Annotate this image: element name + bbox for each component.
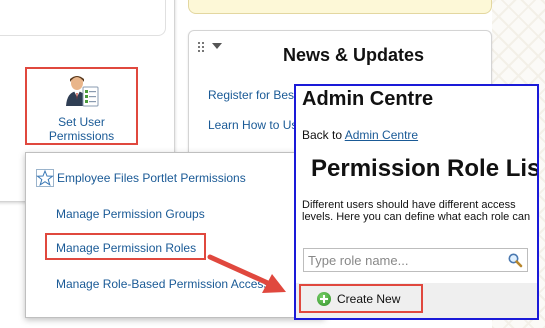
create-new-button[interactable]: Create New — [299, 284, 423, 313]
news-link[interactable]: Learn How to Us — [208, 118, 297, 132]
search-icon[interactable] — [507, 252, 523, 268]
menu-item-manage-permission-roles[interactable]: Manage Permission Roles — [56, 241, 196, 255]
favorite-star-icon[interactable] — [36, 169, 54, 187]
menu-item-manage-permission-groups[interactable]: Manage Permission Groups — [56, 207, 205, 221]
role-search-input[interactable] — [303, 248, 528, 272]
chevron-down-icon[interactable] — [212, 43, 222, 49]
menu-item-manage-role-based-permission-access[interactable]: Manage Role-Based Permission Access — [56, 277, 269, 291]
back-link-row: Back to Admin Centre — [302, 128, 418, 142]
yellow-card — [188, 0, 492, 14]
top-card — [0, 0, 166, 36]
page-title: Permission Role Lis — [311, 155, 537, 182]
admin-user-icon — [64, 73, 100, 112]
create-new-label: Create New — [337, 291, 401, 306]
page-description: Different users should have different ac… — [302, 199, 531, 225]
drag-handle-icon[interactable] — [198, 42, 208, 52]
set-user-permissions-tile[interactable]: Set User Permissions — [25, 67, 138, 145]
admin-title: Admin Centre — [302, 88, 434, 110]
back-prefix: Back to — [302, 128, 345, 142]
news-link[interactable]: Register for Bes — [208, 88, 294, 102]
plus-circle-icon — [317, 291, 331, 306]
tile-label: Set User Permissions — [48, 115, 115, 143]
news-title: News & Updates — [283, 45, 425, 65]
admin-centre-link[interactable]: Admin Centre — [345, 128, 418, 142]
menu-item-employee-files-portlet-permissions[interactable]: Employee Files Portlet Permissions — [57, 171, 246, 185]
